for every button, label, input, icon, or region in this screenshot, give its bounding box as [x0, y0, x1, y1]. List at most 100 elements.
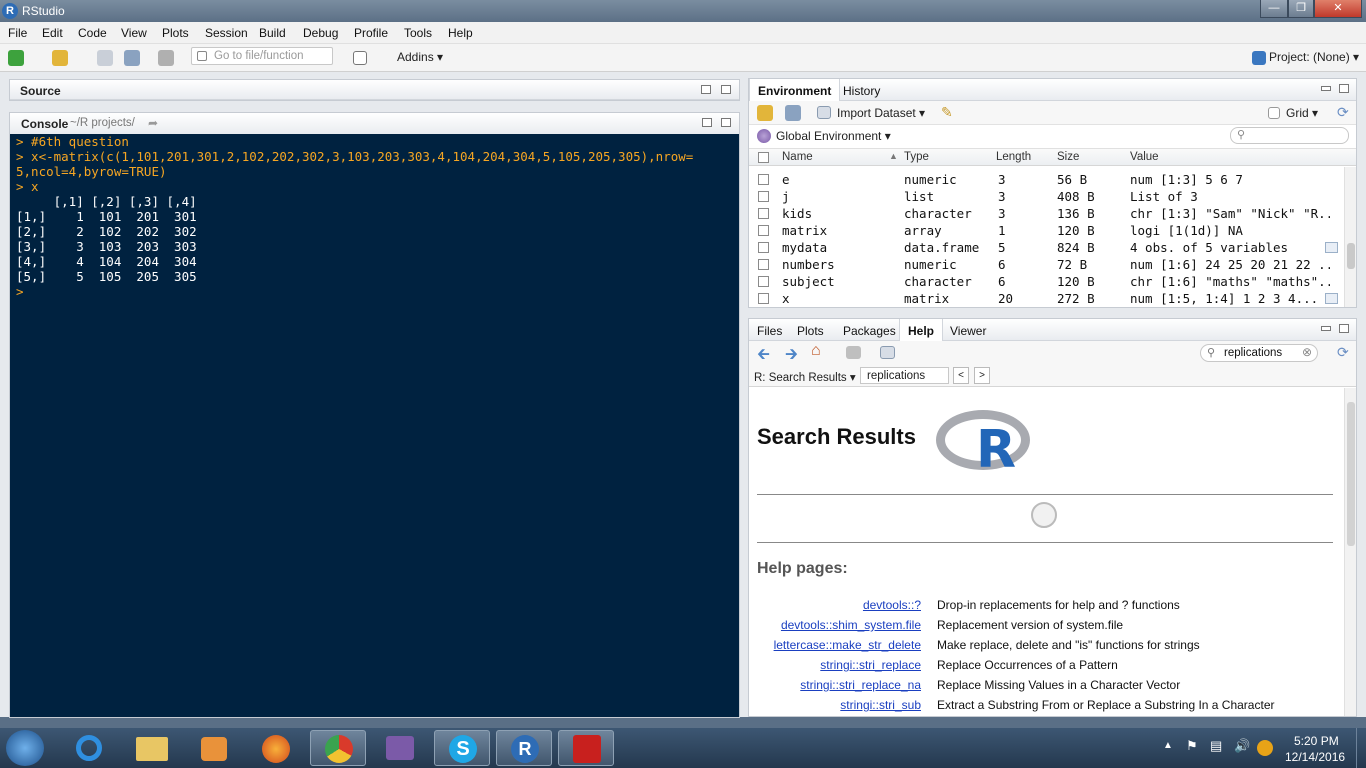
global-environment-dropdown[interactable]: Global Environment ▾ [776, 129, 891, 143]
col-value[interactable]: Value [1130, 151, 1159, 163]
skype-icon[interactable]: S [434, 730, 490, 766]
refresh-help-icon[interactable]: ⟳ [1337, 344, 1349, 361]
col-length[interactable]: Length [996, 151, 1031, 163]
environment-row[interactable]: kids character 3 136 B chr [1:3] "Sam" "Nick… [749, 205, 1343, 222]
new-file-icon[interactable] [8, 50, 24, 66]
view-data-icon[interactable] [1325, 293, 1338, 304]
source-label[interactable]: Source [20, 84, 61, 98]
col-size[interactable]: Size [1057, 151, 1079, 163]
import-dataset-button[interactable]: Import Dataset ▾ [837, 106, 925, 120]
environment-row[interactable]: x matrix 20 272 B num [1:5, 1:4] 1 2 3 4... [749, 290, 1343, 307]
goto-file-input[interactable]: Go to file/function [191, 47, 333, 65]
environment-row[interactable]: e numeric 3 56 B num [1:3] 5 6 7 [749, 171, 1343, 188]
menu-code[interactable]: Code [78, 26, 107, 40]
console-restore-icon[interactable] [721, 118, 731, 127]
console-output[interactable]: > #6th question > x<-matrix(c(1,101,201,3… [10, 134, 739, 717]
tab-environment[interactable]: Environment [749, 79, 841, 101]
firefox-icon[interactable] [248, 730, 304, 766]
environment-row[interactable]: mydata data.frame 5 824 B 4 obs. of 5 variab… [749, 239, 1343, 256]
internet-explorer-icon[interactable] [62, 730, 118, 766]
project-menu[interactable]: Project: (None) ▾ [1269, 50, 1359, 64]
help-page-link[interactable]: stringi::stri_replace [820, 658, 921, 672]
help-search-input[interactable]: ⚲ replications ⊗ [1200, 344, 1318, 362]
menu-build[interactable]: Build [259, 26, 286, 40]
maximize-button[interactable]: ❐ [1288, 0, 1314, 18]
chrome-icon[interactable] [310, 730, 366, 766]
environment-row[interactable]: matrix array 1 120 B logi [1(1d)] NA [749, 222, 1343, 239]
acrobat-icon[interactable] [558, 730, 614, 766]
row-checkbox[interactable] [758, 225, 769, 236]
environment-row[interactable]: subject character 6 120 B chr [1:6] "maths" … [749, 273, 1343, 290]
tab-help[interactable]: Help [899, 319, 944, 341]
find-in-topic-input[interactable]: replications [860, 367, 949, 384]
console-label[interactable]: Console [21, 117, 68, 131]
view-data-icon[interactable] [1325, 242, 1338, 253]
print-help-icon[interactable] [846, 346, 861, 359]
workspace-panes-icon[interactable] [353, 51, 367, 65]
volume-icon[interactable]: 🔊 [1234, 738, 1250, 754]
help-scrollbar[interactable] [1344, 388, 1356, 716]
help-maximize-icon[interactable] [1339, 324, 1349, 333]
tab-history[interactable]: History [835, 79, 888, 101]
show-in-window-icon[interactable] [880, 346, 895, 359]
open-file-icon[interactable] [52, 50, 68, 66]
tab-files[interactable]: Files [749, 319, 790, 341]
environment-minimize-icon[interactable] [1321, 86, 1331, 91]
clear-search-icon[interactable]: ⊗ [1302, 345, 1312, 359]
minimize-button[interactable]: — [1260, 0, 1288, 18]
visual-studio-icon[interactable] [372, 730, 428, 766]
rstudio-taskbar-icon[interactable]: R [496, 730, 552, 766]
environment-row[interactable]: numbers numeric 6 72 B num [1:6] 24 25 20 21… [749, 256, 1343, 273]
environment-row[interactable]: j list 3 408 B List of 3 [749, 188, 1343, 205]
row-checkbox[interactable] [758, 259, 769, 270]
clock-time[interactable]: 5:20 PM [1294, 734, 1339, 748]
select-all-checkbox[interactable] [758, 152, 769, 163]
row-checkbox[interactable] [758, 174, 769, 185]
row-checkbox[interactable] [758, 276, 769, 287]
show-desktop-button[interactable] [1356, 728, 1366, 768]
home-icon[interactable]: ⌂ [811, 342, 821, 360]
console-minimize-icon[interactable] [702, 118, 712, 127]
close-button[interactable]: ✕ [1314, 0, 1362, 18]
help-page-link[interactable]: lettercase::make_str_delete [774, 638, 921, 652]
help-scroll-thumb[interactable] [1347, 402, 1355, 546]
load-workspace-icon[interactable] [757, 105, 773, 121]
environment-scroll-thumb[interactable] [1347, 243, 1355, 269]
row-checkbox[interactable] [758, 242, 769, 253]
environment-search-input[interactable]: ⚲ [1230, 127, 1349, 144]
menu-view[interactable]: View [121, 26, 147, 40]
menu-help[interactable]: Help [448, 26, 473, 40]
help-minimize-icon[interactable] [1321, 326, 1331, 331]
network-icon[interactable]: ▤ [1210, 738, 1222, 754]
print-icon[interactable] [158, 50, 174, 66]
grid-view-menu[interactable]: Grid ▾ [1286, 106, 1318, 120]
row-checkbox[interactable] [758, 191, 769, 202]
environment-scrollbar[interactable] [1344, 167, 1356, 307]
help-page-link[interactable]: devtools::? [863, 598, 921, 612]
help-page-link[interactable]: devtools::shim_system.file [781, 618, 921, 632]
action-center-flag-icon[interactable]: ⚑ [1186, 738, 1198, 754]
menu-plots[interactable]: Plots [162, 26, 189, 40]
refresh-environment-icon[interactable]: ⟳ [1337, 104, 1349, 121]
menu-file[interactable]: File [8, 26, 27, 40]
show-hidden-icons-icon[interactable]: ▲ [1163, 740, 1173, 751]
save-workspace-icon[interactable] [785, 105, 801, 121]
row-checkbox[interactable] [758, 208, 769, 219]
source-maximize-icon[interactable] [721, 85, 731, 94]
menu-session[interactable]: Session [205, 26, 248, 40]
col-name[interactable]: Name [782, 151, 813, 163]
menu-profile[interactable]: Profile [354, 26, 388, 40]
clear-broom-icon[interactable]: ✎ [941, 104, 953, 121]
save-icon[interactable] [97, 50, 113, 66]
find-next-button[interactable]: > [974, 367, 990, 384]
environment-maximize-icon[interactable] [1339, 84, 1349, 93]
clock-date[interactable]: 12/14/2016 [1285, 750, 1345, 764]
source-restore-icon[interactable] [701, 85, 711, 94]
media-player-icon[interactable] [186, 730, 242, 766]
start-button-icon[interactable] [6, 730, 44, 766]
save-all-icon[interactable] [124, 50, 140, 66]
tab-viewer[interactable]: Viewer [942, 319, 994, 341]
tab-packages[interactable]: Packages [835, 319, 904, 341]
addins-menu[interactable]: Addins ▾ [397, 50, 443, 64]
file-explorer-icon[interactable] [124, 730, 180, 766]
